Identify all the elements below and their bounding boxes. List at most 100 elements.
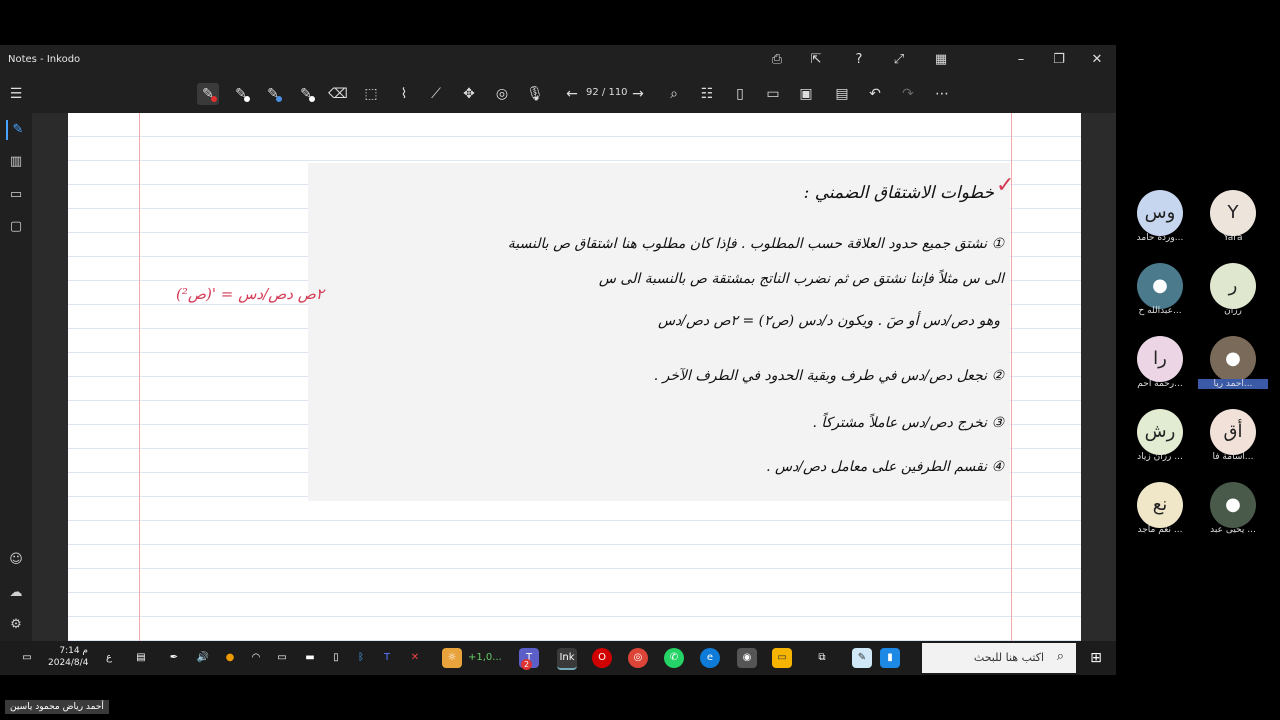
participant-avatar[interactable]: ● [1210, 482, 1256, 528]
clock-time: 7:14 م [59, 646, 88, 656]
user-icon: ● [1225, 494, 1241, 515]
page-counter: 92 / 110 [586, 87, 628, 98]
attach-icon[interactable]: ⌇ [393, 83, 415, 105]
redo-icon[interactable]: ↷ [897, 83, 919, 105]
input-language[interactable]: ع [106, 652, 112, 663]
inkodo-icon[interactable]: Ink [557, 648, 577, 670]
user-icon: ● [1152, 275, 1168, 296]
tray-hdd-icon[interactable]: ● [220, 648, 240, 668]
participant-avatar[interactable]: را [1137, 336, 1183, 382]
note-canvas[interactable]: خطوات الاشتقاق الضمني : ① نشتق جميع حدود… [32, 113, 1116, 641]
participant-name: رزان [1224, 306, 1242, 316]
participant-avatar[interactable]: ● [1137, 263, 1183, 309]
battery-icon[interactable]: ▭ [272, 648, 292, 668]
notifications-icon[interactable]: ▭ [17, 648, 37, 668]
share-icon[interactable]: ⎙ [767, 50, 787, 70]
wifi-icon[interactable]: ◠ [246, 648, 266, 668]
highlighter-icon[interactable]: ✎ [295, 83, 317, 105]
note-step4: ④ نقسم الطرفين على معامل دص/دس . [766, 459, 1004, 475]
note-step1-line2: الى س مثلاً فإننا نشتق ص ثم نضرب الناتج … [598, 271, 1004, 287]
participant-avatar[interactable]: ر [1210, 263, 1256, 309]
restore-button[interactable]: ❐ [1049, 50, 1069, 70]
move-icon[interactable]: ✥ [458, 83, 480, 105]
pen-red-icon[interactable]: ✎ [197, 83, 219, 105]
clock-date: 2024/8/4 [48, 658, 89, 668]
weather-text: +1,0... [468, 652, 502, 663]
edge-icon[interactable]: e [700, 648, 720, 668]
opera-icon[interactable]: O [592, 648, 612, 668]
participant-name: ورده حامد... [1136, 233, 1184, 243]
palette-icon[interactable]: ◎ [491, 83, 513, 105]
participant-name: رزان زياد ... [1137, 452, 1183, 462]
title-bar: Notes - Inkodo ⎙ ⇱ ? ⤢ ▦ – ❐ ✕ [0, 45, 1116, 75]
store-icon[interactable]: ▦ [931, 50, 951, 70]
checkmark-icon: ✓ [996, 173, 1015, 198]
weather-icon[interactable]: ☼ [442, 648, 462, 668]
participant-avatar[interactable]: Y [1210, 190, 1256, 236]
sidebar-settings-icon[interactable]: ⚙ [6, 615, 26, 635]
taskbar-app-blue-icon[interactable]: ▮ [880, 648, 900, 668]
participant-avatar[interactable]: أق [1210, 409, 1256, 455]
participant-name: يحيى عبد ... [1210, 525, 1256, 535]
more-icon[interactable]: ⋯ [931, 83, 953, 105]
close-button[interactable]: ✕ [1087, 50, 1107, 70]
pen-blue-icon[interactable]: ✎ [262, 83, 284, 105]
participant-name: رحمة احم... [1137, 379, 1183, 389]
save-icon[interactable]: ▣ [795, 83, 817, 105]
export-icon[interactable]: ⇱ [806, 50, 826, 70]
settings-sliders-icon[interactable]: ☷ [696, 83, 718, 105]
windows-start-icon[interactable]: ⊞ [1086, 648, 1106, 668]
taskbar-widget-icon[interactable]: ✎ [852, 648, 872, 668]
tray-app-icon[interactable]: ✕ [405, 648, 425, 668]
participant-avatar[interactable]: نع [1137, 482, 1183, 528]
lined-paper[interactable]: خطوات الاشتقاق الضمني : ① نشتق جميع حدود… [68, 113, 1081, 641]
camera-icon[interactable]: ◉ [737, 648, 757, 668]
sidebar-slides-icon[interactable]: ▭ [6, 185, 26, 205]
eraser-icon[interactable]: ⌫ [327, 83, 349, 105]
file-explorer-icon[interactable]: ▭ [772, 648, 792, 668]
chrome-icon[interactable]: ◎ [628, 648, 648, 668]
participant-avatar[interactable]: رش [1137, 409, 1183, 455]
app-window: Notes - Inkodo ⎙ ⇱ ? ⤢ ▦ – ❐ ✕ ☰ ✎ ✎ ✎ ✎… [0, 45, 1116, 675]
participant-avatar[interactable]: وس [1137, 190, 1183, 236]
minimize-button[interactable]: – [1011, 50, 1031, 70]
pen-black-icon[interactable]: ✎ [230, 83, 252, 105]
note-step1-line1: ① نشتق جميع حدود العلاقة حسب المطلوب . ف… [507, 236, 1004, 252]
taskbar-timeline-icon[interactable]: ⧉ [812, 648, 832, 668]
handwritten-note-image: خطوات الاشتقاق الضمني : ① نشتق جميع حدود… [308, 163, 1010, 501]
participant-name: عبدالله ح... [1138, 306, 1182, 316]
lasso-select-icon[interactable]: ⬚ [360, 83, 382, 105]
user-icon: ● [1225, 348, 1241, 369]
participant-avatar[interactable]: ● [1210, 336, 1256, 382]
sidebar-library-icon[interactable]: ▥ [6, 152, 26, 172]
ruler-icon[interactable]: ⟋ [425, 83, 447, 105]
bluetooth-icon[interactable]: ᛒ [351, 648, 371, 668]
volume-icon[interactable]: 🔊 [193, 648, 213, 668]
menu-icon[interactable]: ☰ [5, 83, 27, 105]
sidebar-cloud-icon[interactable]: ☁ [6, 583, 26, 603]
taskbar-search-box[interactable]: اكتب هنا للبحث ⌕ [922, 643, 1076, 673]
tray-usb-icon[interactable]: ▯ [326, 648, 346, 668]
taskbar-clock[interactable]: 7:14 م 2024/8/4 [48, 645, 88, 669]
whatsapp-icon[interactable]: ✆ [664, 648, 684, 668]
pen-menu-icon[interactable]: ✒ [164, 648, 184, 668]
prev-page-icon[interactable]: ← [561, 83, 583, 105]
sidebar-store-icon[interactable]: ▢ [6, 217, 26, 237]
sidebar-pen-icon[interactable]: ✎ [6, 120, 28, 140]
next-page-icon[interactable]: → [627, 83, 649, 105]
clipboard-icon[interactable]: ▤ [831, 83, 853, 105]
microphone-icon[interactable]: 🎙 [524, 83, 546, 105]
undo-icon[interactable]: ↶ [864, 83, 886, 105]
note-step1-line3: وهو دص/دس أو صَ . ويكون د/دس (ص٢) = ٢ص د… [657, 313, 1000, 329]
sidebar-feedback-icon[interactable]: ☺ [6, 550, 26, 570]
note-step2: ② نجعل دص/دس في طرف وبقية الحدود في الطر… [653, 368, 1004, 384]
tray-teams-icon[interactable]: T [377, 648, 397, 668]
keyboard-icon[interactable]: ▤ [131, 648, 151, 668]
toolbar: ☰ ✎ ✎ ✎ ✎ ⌫ ⬚ ⌇ ⟋ ✥ ◎ 🎙 ← 92 / 110 → ⌕ ☷… [0, 75, 1116, 114]
tray-mic-icon[interactable]: ▬ [300, 648, 320, 668]
zoom-icon[interactable]: ⌕ [663, 83, 685, 105]
new-page-icon[interactable]: ▯ [729, 83, 751, 105]
open-folder-icon[interactable]: ▭ [762, 83, 784, 105]
help-icon[interactable]: ? [849, 50, 869, 70]
fullscreen-icon[interactable]: ⤢ [889, 50, 909, 70]
